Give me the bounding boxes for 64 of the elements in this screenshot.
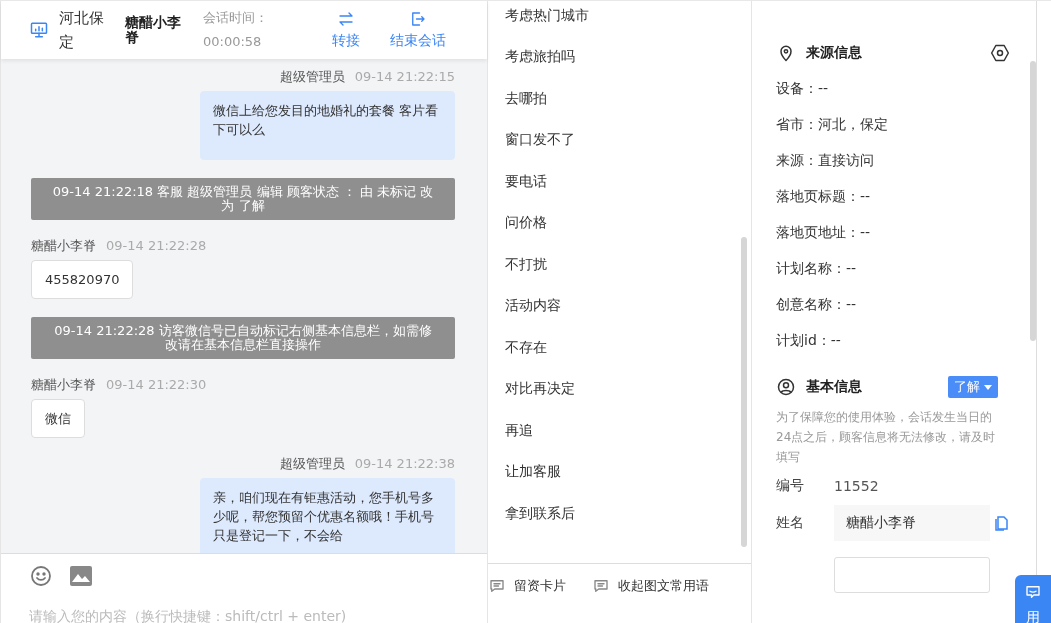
user-circle-icon [776,377,796,397]
comment-icon [488,577,506,595]
info-row-text: 落地页标题：-- [776,187,872,206]
info-row-text: 计划id：-- [776,331,842,350]
system-notice: 09-14 21:22:28 访客微信号已自动标记右侧基本信息栏，如需修改请在基本信息栏直接操作 [31,317,455,359]
sender-name: 糖醋小李脊 [31,377,96,393]
quick-reply-item[interactable]: 不打扰 [505,244,751,286]
message-time: 09-14 21:22:28 [106,238,207,254]
quick-reply-item[interactable]: 考虑旅拍吗 [505,36,751,78]
quick-reply-item[interactable]: 再追 [505,410,751,452]
section-title: 基本信息 [806,378,863,396]
field-label: 姓名 [776,514,805,532]
sender-name: 超级管理员 [279,456,345,472]
copy-icon[interactable] [994,515,1010,531]
quick-reply-item[interactable]: 要电话 [505,161,751,203]
end-session-button[interactable]: 结束会话 [389,10,447,50]
info-row-text: 省市：河北，保定 [776,115,889,134]
message-time: 09-14 21:22:38 [354,456,455,472]
notice-text: 为了保障您的使用体验，会话发生当日的24点之后，顾客信息将无法修改，请及时填写 [776,409,997,466]
exit-icon [409,10,427,28]
message-bubble: 微信 [31,399,85,438]
info-row-text: 计划名称：-- [776,259,858,278]
section-title: 来源信息 [806,44,863,62]
quick-action-button[interactable]: 留资卡片 [488,576,566,596]
image-icon[interactable] [69,565,93,587]
message-time: 09-14 21:22:15 [354,69,455,85]
info-row-text: 落地页地址：-- [776,223,872,242]
quick-reply-item[interactable]: 窗口发不了 [505,119,751,161]
quick-reply-item[interactable]: 对比再决定 [505,368,751,410]
info-row-text: 来源：直接访问 [776,151,875,170]
quick-reply-item[interactable]: 让加客服 [505,451,751,493]
session-time-label: 会话时间： [203,9,269,27]
field-value: 11552 [834,478,879,494]
field-label: 编号 [776,477,805,495]
quick-reply-item[interactable]: 拿到联系后 [505,493,751,535]
transfer-button[interactable]: 转接 [317,10,375,50]
sender-name: 糖醋小李脊 [31,238,96,254]
message-time: 09-14 21:22:30 [106,377,207,393]
system-notice: 09-14 21:22:18 客服 超级管理员 编辑 顾客状态 ： 由 未标记 改为 了解 [31,178,455,220]
comment-icon [592,577,610,595]
info-row-text: 设备：-- [776,79,830,98]
swap-arrows-icon [337,10,355,28]
name-field[interactable]: 糖醋小李脊 [834,505,990,541]
visitor-name: 糖醋小李脊 [125,15,182,45]
quick-reply-item[interactable]: 问价格 [505,202,751,244]
visitor-location: 河北保定 [59,8,105,53]
settings-icon[interactable] [990,43,1010,63]
quick-reply-item[interactable]: 不存在 [505,327,751,369]
caret-icon [984,384,992,390]
input-field[interactable] [834,557,990,593]
quick-reply-item[interactable]: 考虑热门城市 [505,1,751,37]
info-row-text: 创意名称：-- [776,295,858,314]
quick-action-button[interactable]: 收起图文常用语 [592,576,709,596]
session-time: 00:00:58 [203,33,263,51]
chat-icon [1024,583,1042,601]
sender-name: 超级管理员 [279,69,345,85]
quick-reply-item[interactable]: 去哪拍 [505,78,751,120]
emoji-icon[interactable] [29,564,53,588]
side-tab[interactable]: 用 [1015,575,1051,623]
message-bubble: 微信上给您发目的地婚礼的套餐 客片看下可以么 [200,91,455,160]
message-bubble: 455820970 [31,260,134,299]
message-bubble: 亲，咱们现在有钜惠活动，您手机号多少呢，帮您预留个优惠名额哦！手机号只是登记一下，不会给 [200,478,455,553]
quick-reply-item[interactable]: 活动内容 [505,285,751,327]
monitor-icon [29,20,49,40]
